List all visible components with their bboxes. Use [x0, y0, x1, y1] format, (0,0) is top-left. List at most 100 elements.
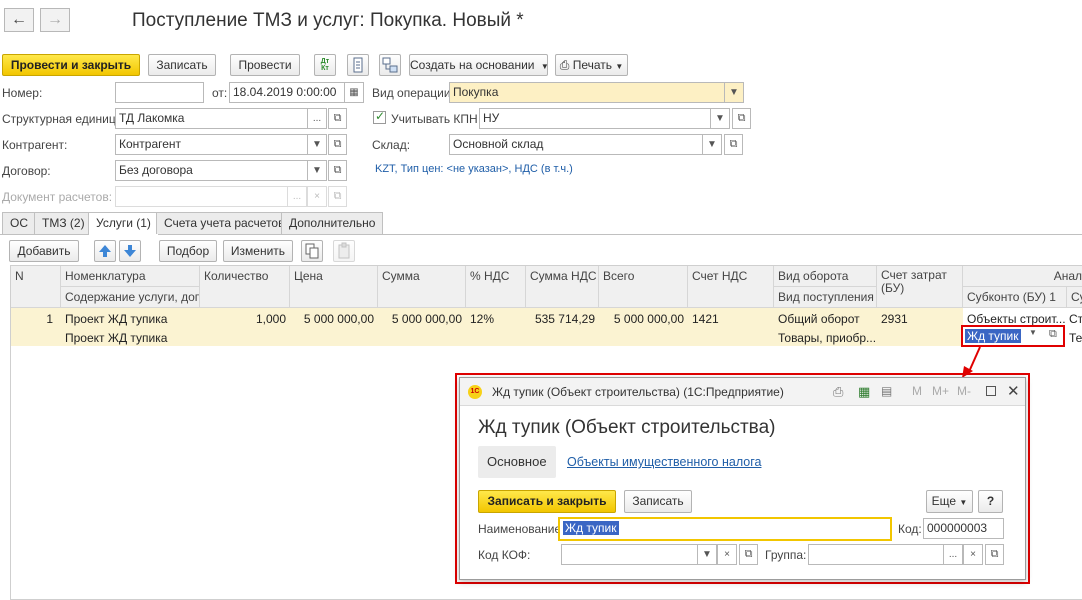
settlement-doc-field[interactable]: ... × [115, 186, 327, 207]
row-vat-sum[interactable]: 535 714,29 [526, 310, 599, 328]
dialog-tab-main[interactable]: Основное [478, 446, 556, 478]
dialog-more-button[interactable]: Еще ▼ [926, 490, 973, 513]
ellipsis-icon[interactable]: ... [287, 187, 307, 206]
kpn-select[interactable]: НУ ▼ [479, 108, 730, 129]
move-down-button[interactable] [119, 240, 141, 262]
change-button[interactable]: Изменить [223, 240, 293, 262]
open-icon[interactable]: ⧉ [724, 134, 743, 155]
row-vat-pct[interactable]: 12% [466, 310, 526, 328]
chevron-down-icon[interactable]: ▼ [710, 109, 729, 128]
col-header-vat-account[interactable]: Счет НДС [688, 266, 774, 308]
col-header-n[interactable]: N [11, 266, 61, 308]
maximize-icon[interactable] [986, 386, 996, 396]
row-content[interactable]: Проект ЖД тупика [61, 329, 200, 347]
save-button[interactable]: Записать [148, 54, 216, 76]
ellipsis-icon[interactable]: ... [943, 545, 963, 564]
open-icon[interactable]: ⧉ [1049, 328, 1057, 341]
chevron-down-icon[interactable]: ▼ [724, 83, 743, 102]
calculator-icon[interactable]: ▤ [881, 384, 892, 398]
col-header-nomenclature[interactable]: Номенклатура [61, 266, 200, 287]
name-input[interactable]: Жд тупик [558, 517, 892, 541]
group-field[interactable]: ... × [808, 544, 983, 565]
clear-icon[interactable]: × [963, 545, 982, 564]
col-header-turnover[interactable]: Вид оборота [774, 266, 877, 287]
kof-field[interactable]: ▼ × [561, 544, 737, 565]
close-icon[interactable]: ✕ [1007, 382, 1020, 400]
row-price[interactable]: 5 000 000,00 [290, 310, 378, 328]
subconto-value[interactable]: Жд тупик [965, 329, 1021, 343]
dialog-save-button[interactable]: Записать [624, 490, 692, 513]
back-button[interactable]: ← [4, 8, 34, 32]
chevron-down-icon[interactable]: ▼ [697, 545, 717, 564]
tab-additional[interactable]: Дополнительно [281, 212, 384, 234]
col-header-subconto[interactable]: Субконто (БУ) 1 [963, 287, 1067, 308]
col-header-total[interactable]: Всего [599, 266, 688, 308]
print-button[interactable]: ⎙ Печать ▼ [555, 54, 628, 76]
row-vat-account[interactable]: 1421 [688, 310, 774, 328]
col-header-vat-pct[interactable]: % НДС [466, 266, 526, 308]
row-qty[interactable]: 1,000 [200, 310, 290, 328]
open-icon[interactable]: ⧉ [328, 134, 347, 155]
memory-plus-icon[interactable]: M+ [932, 384, 949, 398]
open-icon[interactable]: ⧉ [328, 186, 347, 207]
col-header-content[interactable]: Содержание услуги, доп. [61, 287, 200, 308]
chevron-down-icon[interactable]: ▼ [1029, 328, 1037, 337]
kpn-checkbox[interactable]: ✓ [373, 109, 386, 124]
code-input[interactable]: 000000003 [923, 518, 1004, 539]
paste-row-button[interactable] [333, 240, 355, 262]
calendar-icon[interactable]: ▦ [344, 83, 363, 102]
dialog-help-button[interactable]: ? [978, 490, 1003, 513]
tab-inventory[interactable]: ТМЗ (2) [34, 212, 93, 234]
structural-unit-field[interactable]: ТД Лакомка ... [115, 108, 327, 129]
dialog-save-close-button[interactable]: Записать и закрыть [478, 490, 616, 513]
chevron-down-icon[interactable]: ▼ [702, 135, 721, 154]
structure-button[interactable] [379, 54, 401, 76]
col-header-sum[interactable]: Сумма [378, 266, 466, 308]
open-icon[interactable]: ⧉ [739, 544, 758, 565]
chevron-down-icon[interactable]: ▼ [307, 161, 326, 180]
dt-kt-report-button[interactable]: Дт Кт [314, 54, 336, 76]
add-row-button[interactable]: Добавить [9, 240, 79, 262]
row-receipt[interactable]: Товары, приобр... [774, 329, 877, 347]
tab-fixed-assets[interactable]: ОС [2, 212, 36, 234]
warehouse-field[interactable]: Основной склад ▼ [449, 134, 722, 155]
post-and-close-button[interactable]: Провести и закрыть [2, 54, 140, 76]
memory-m-icon[interactable]: M [912, 384, 922, 398]
tab-services[interactable]: Услуги (1) [88, 212, 159, 235]
clear-icon[interactable]: × [717, 545, 736, 564]
open-icon[interactable]: ⧉ [732, 108, 751, 129]
select-button[interactable]: Подбор [159, 240, 217, 262]
spreadsheet-icon[interactable]: ▦ [858, 384, 870, 400]
col-header-qty[interactable]: Количество [200, 266, 290, 308]
row-cost-account[interactable]: 2931 [877, 310, 963, 328]
row-nomenclature[interactable]: Проект ЖД тупика [61, 310, 200, 328]
document-list-button[interactable] [347, 54, 369, 76]
col-header-analytics[interactable]: Анал [963, 266, 1082, 287]
col-header-receipt[interactable]: Вид поступления [774, 287, 877, 308]
tab-settlement-accounts[interactable]: Счета учета расчетов [156, 212, 293, 234]
memory-minus-icon[interactable]: M- [957, 384, 971, 398]
clear-icon[interactable]: × [307, 187, 326, 206]
copy-row-button[interactable] [301, 240, 323, 262]
forward-button[interactable]: → [40, 8, 70, 32]
col-header-price[interactable]: Цена [290, 266, 378, 308]
post-button[interactable]: Провести [230, 54, 300, 76]
ellipsis-icon[interactable]: ... [307, 109, 326, 128]
col-header-subconto-2[interactable]: Су [1067, 287, 1082, 308]
date-field[interactable]: 18.04.2019 0:00:00 ▦ [229, 82, 364, 103]
open-icon[interactable]: ⧉ [328, 160, 347, 181]
counterparty-field[interactable]: Контрагент ▼ [115, 134, 327, 155]
col-header-cost-account[interactable]: Счет затрат (БУ) [877, 266, 963, 308]
currency-price-type-link[interactable]: KZT, Тип цен: <не указан>, НДС (в т.ч.) [375, 163, 573, 175]
create-based-on-button[interactable]: Создать на основании ▼ [409, 54, 549, 76]
row-turnover[interactable]: Общий оборот [774, 310, 877, 328]
dialog-tab-property-tax[interactable]: Объекты имущественного налога [567, 455, 761, 469]
move-up-button[interactable] [94, 240, 116, 262]
number-field[interactable] [115, 82, 204, 103]
operation-type-select[interactable]: Покупка ▼ [449, 82, 744, 103]
col-header-vat-sum[interactable]: Сумма НДС [526, 266, 599, 308]
contract-field[interactable]: Без договора ▼ [115, 160, 327, 181]
open-icon[interactable]: ⧉ [328, 108, 347, 129]
row-total[interactable]: 5 000 000,00 [599, 310, 688, 328]
chevron-down-icon[interactable]: ▼ [307, 135, 326, 154]
